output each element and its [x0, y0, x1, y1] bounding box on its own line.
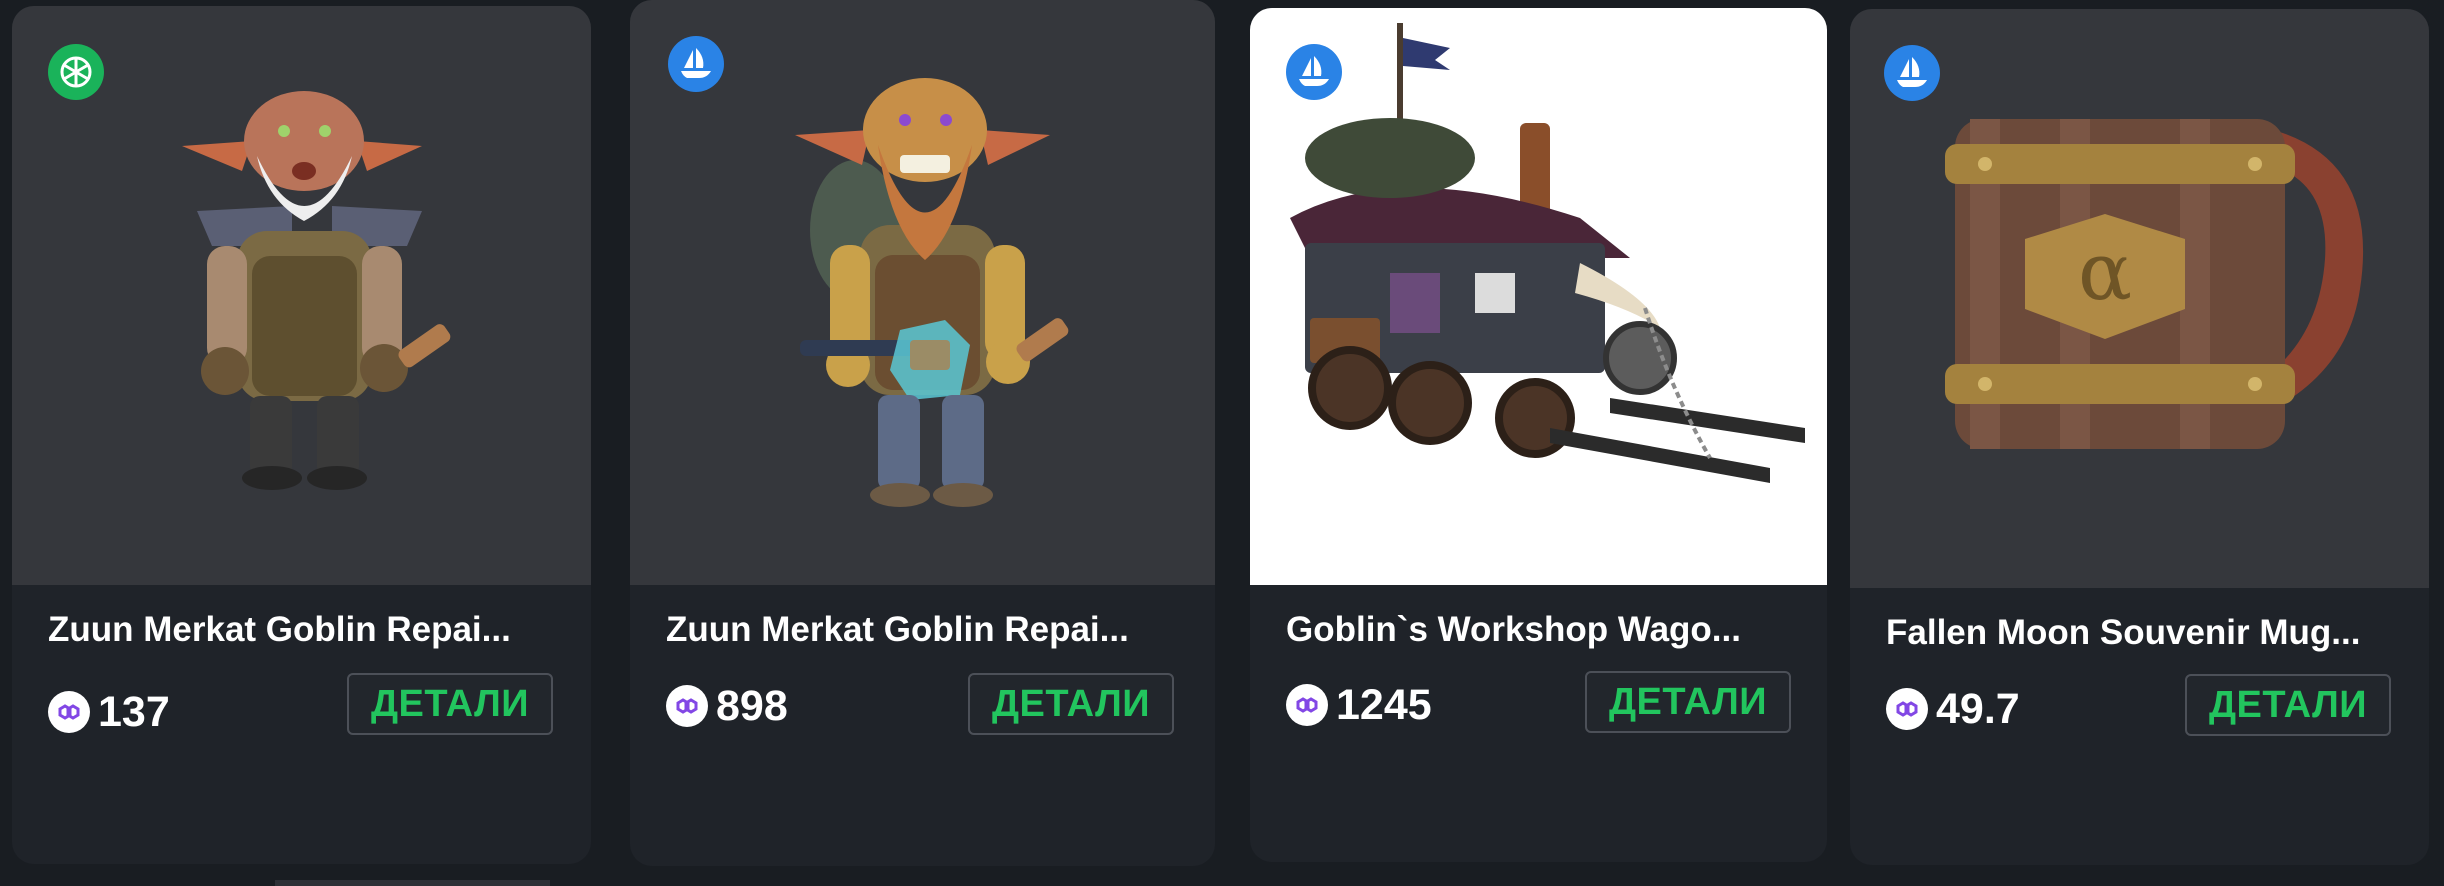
polygon-coin-icon — [48, 691, 90, 733]
price-row: 137 — [48, 682, 170, 742]
details-button[interactable]: ДЕТАЛИ — [1585, 671, 1791, 733]
details-button[interactable]: ДЕТАЛИ — [968, 673, 1174, 735]
nft-card[interactable]: Zuun Merkat Goblin Repai... 898 ДЕТАЛИ — [630, 0, 1215, 866]
green-marketplace-icon[interactable] — [48, 44, 104, 100]
workshop-wagon-icon — [1290, 23, 1805, 483]
price-value: 137 — [98, 687, 170, 736]
wooden-mug-icon: α — [1945, 119, 2364, 449]
nft-image[interactable]: α — [1850, 9, 2429, 588]
details-button[interactable]: ДЕТАЛИ — [347, 673, 553, 735]
polygon-coin-icon — [1886, 688, 1928, 730]
nft-card[interactable]: Goblin`s Workshop Wago... 1245 ДЕТАЛИ — [1250, 8, 1827, 862]
bottom-edge-strip — [540, 880, 550, 886]
polygon-coin-icon — [1286, 684, 1328, 726]
goblin-repairman-white-beard-icon — [182, 91, 451, 490]
svg-text:α: α — [2078, 225, 2132, 318]
nft-title: Fallen Moon Souvenir Mug... — [1886, 613, 2361, 652]
nft-image[interactable] — [630, 0, 1215, 585]
nft-image[interactable] — [12, 6, 591, 585]
goblin-repairman-braided-beard-icon — [795, 78, 1069, 507]
opensea-boat-icon[interactable] — [1884, 45, 1940, 101]
nft-card[interactable]: α Fallen Moon Souvenir Mug... 49.7 ДЕТАЛ… — [1850, 9, 2429, 865]
bottom-edge-strip — [275, 880, 545, 886]
price-row: 49.7 — [1886, 679, 2020, 739]
polygon-coin-icon — [666, 685, 708, 727]
opensea-boat-icon[interactable] — [668, 36, 724, 92]
price-value: 1245 — [1336, 680, 1432, 729]
nft-card-grid: Zuun Merkat Goblin Repai... 137 ДЕТАЛИ Z… — [0, 0, 2444, 886]
nft-title: Zuun Merkat Goblin Repai... — [48, 610, 511, 649]
price-row: 898 — [666, 676, 788, 736]
details-button[interactable]: ДЕТАЛИ — [2185, 674, 2391, 736]
price-row: 1245 — [1286, 675, 1432, 735]
opensea-boat-icon[interactable] — [1286, 44, 1342, 100]
nft-title: Goblin`s Workshop Wago... — [1286, 610, 1741, 649]
nft-card[interactable]: Zuun Merkat Goblin Repai... 137 ДЕТАЛИ — [12, 6, 591, 864]
price-value: 49.7 — [1936, 684, 2020, 733]
price-value: 898 — [716, 681, 788, 730]
nft-image[interactable] — [1250, 8, 1827, 585]
nft-title: Zuun Merkat Goblin Repai... — [666, 610, 1129, 649]
